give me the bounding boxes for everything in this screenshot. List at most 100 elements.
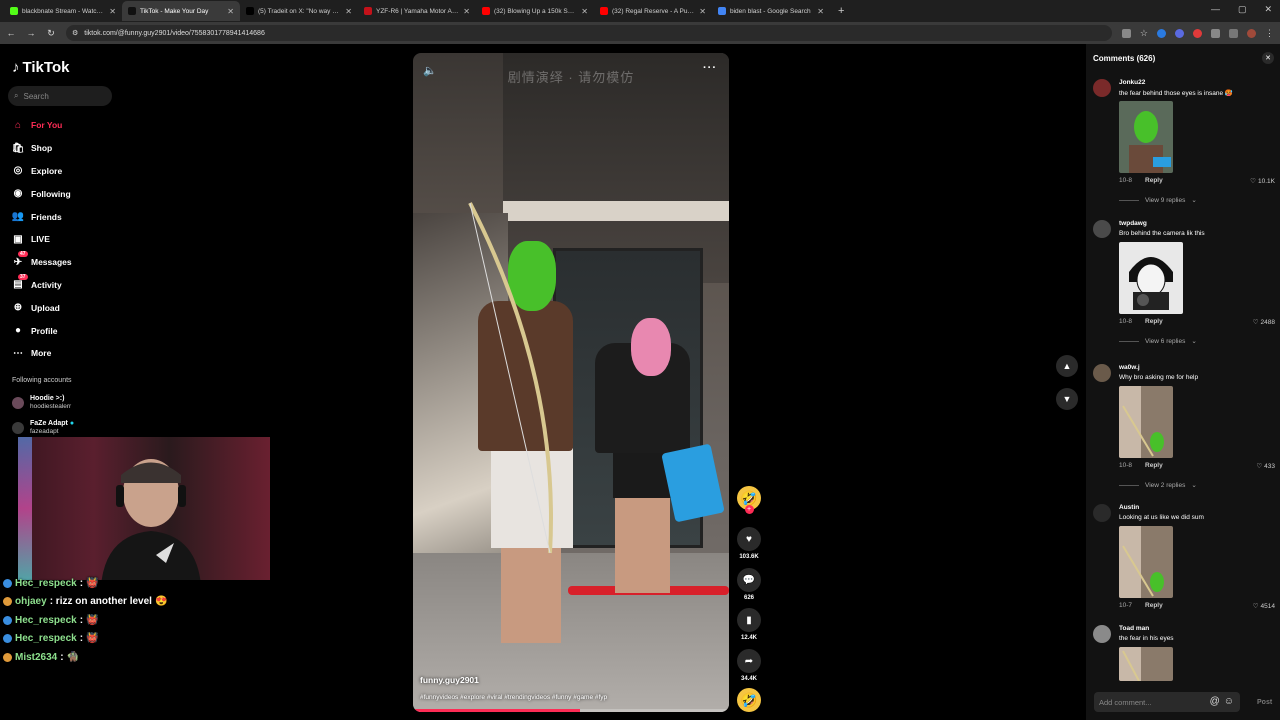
video-more-icon[interactable]: ··· bbox=[703, 62, 717, 74]
comment-like-button[interactable]: ♡ 2488 bbox=[1253, 318, 1275, 327]
post-comment-button[interactable]: Post bbox=[1257, 699, 1272, 706]
browser-tab[interactable]: biden blast - Google Search ✕ bbox=[712, 1, 830, 21]
reply-button[interactable]: Reply bbox=[1145, 177, 1163, 184]
tab-close-icon[interactable]: ✕ bbox=[581, 7, 588, 16]
comment-username[interactable]: Austin bbox=[1119, 504, 1139, 511]
sidebar-panel-icon[interactable] bbox=[1229, 28, 1238, 38]
heart-outline-icon: ♡ bbox=[1252, 603, 1259, 610]
sidebar-item-friends[interactable]: 👥 Friends bbox=[12, 205, 72, 228]
comment-image[interactable] bbox=[1119, 242, 1183, 314]
like-button[interactable]: ♥ 103.6K bbox=[734, 527, 764, 560]
add-comment-input[interactable]: Add comment... @ ☺ bbox=[1094, 692, 1240, 712]
avatar[interactable] bbox=[1093, 364, 1111, 382]
tab-close-icon[interactable]: ✕ bbox=[463, 7, 470, 16]
sidebar-item-messages[interactable]: ✈ 47 Messages bbox=[12, 250, 72, 274]
share-button[interactable]: ➦ 34.4K bbox=[734, 649, 764, 682]
comment-username[interactable]: Jonku22 bbox=[1119, 79, 1145, 86]
forward-icon[interactable]: → bbox=[26, 28, 36, 38]
profile-avatar-icon[interactable] bbox=[1247, 28, 1256, 38]
tab-close-icon[interactable]: ✕ bbox=[345, 7, 352, 16]
tab-close-icon[interactable]: ✕ bbox=[699, 7, 706, 16]
chat-username[interactable]: Mist2634 bbox=[15, 652, 57, 663]
volume-icon[interactable]: 🔈 bbox=[423, 64, 437, 77]
following-account[interactable]: FaZe Adapt ● fazeadapt bbox=[12, 420, 74, 436]
mention-icon[interactable]: @ bbox=[1210, 696, 1220, 707]
extensions-puzzle-icon[interactable] bbox=[1211, 28, 1220, 38]
emoji-icon[interactable]: ☺ bbox=[1224, 696, 1234, 707]
install-icon[interactable] bbox=[1121, 28, 1131, 38]
maximize-icon[interactable]: ▢ bbox=[1238, 4, 1247, 15]
follow-plus-icon[interactable]: + bbox=[744, 505, 754, 514]
comment-image[interactable] bbox=[1119, 386, 1173, 458]
tiktok-logo[interactable]: ♪ TikTok bbox=[12, 59, 69, 76]
search-input[interactable]: ⌕ Search bbox=[8, 86, 112, 106]
chat-username[interactable]: Hec_respeck bbox=[15, 578, 77, 589]
browser-tab[interactable]: (5) Tradeit on X: "No way he un ✕ bbox=[240, 1, 358, 21]
extension-globe-icon[interactable] bbox=[1175, 28, 1184, 38]
chat-username[interactable]: Hec_respeck bbox=[15, 615, 77, 626]
sidebar-item-more[interactable]: ⋯ More bbox=[12, 342, 72, 365]
comment-icon: 💬 bbox=[737, 568, 761, 592]
extension-red-icon[interactable] bbox=[1193, 28, 1202, 38]
bookmark-star-icon[interactable]: ☆ bbox=[1140, 28, 1148, 39]
browser-tab[interactable]: TikTok - Make Your Day ✕ bbox=[122, 1, 240, 21]
view-replies-button[interactable]: View 6 replies ⌄ bbox=[1119, 337, 1197, 345]
comment-like-button[interactable]: ♡ 4514 bbox=[1252, 602, 1275, 611]
avatar[interactable] bbox=[1093, 504, 1111, 522]
next-video-button[interactable]: ▼ bbox=[1056, 388, 1078, 410]
reply-button[interactable]: Reply bbox=[1145, 318, 1163, 325]
sidebar-item-explore[interactable]: ◎ Explore bbox=[12, 160, 72, 183]
back-icon[interactable]: ← bbox=[6, 28, 16, 38]
avatar[interactable] bbox=[1093, 220, 1111, 238]
video-player[interactable]: 剧情演绎 · 请勿模仿 🔈 ··· funny.guy2901 #funnyvi… bbox=[413, 53, 729, 712]
comment-like-button[interactable]: ♡ 10.1K bbox=[1250, 177, 1275, 186]
sidebar-item-live[interactable]: ▣ LIVE bbox=[12, 228, 72, 251]
video-username[interactable]: funny.guy2901 bbox=[420, 675, 479, 685]
menu-kebab-icon[interactable]: ⋮ bbox=[1265, 28, 1274, 39]
sidebar-item-activity[interactable]: ▤ 37 Activity bbox=[12, 273, 72, 297]
sidebar-item-shop[interactable]: 🛍 Shop bbox=[12, 137, 72, 160]
browser-tab[interactable]: blackbnate Stream - Watch Live ✕ bbox=[4, 1, 122, 21]
save-button[interactable]: ▮ 12.4K bbox=[734, 608, 764, 641]
comment-username[interactable]: twpdawg bbox=[1119, 220, 1147, 227]
avatar[interactable] bbox=[1093, 79, 1111, 97]
sidebar-item-upload[interactable]: ⊕ Upload bbox=[12, 296, 72, 319]
comment-image[interactable] bbox=[1119, 647, 1173, 681]
browser-tab[interactable]: YZF-R6 | Yamaha Motor Australia✕ bbox=[358, 1, 476, 21]
video-hashtags[interactable]: #funnyvideos #explore #viral #trendingvi… bbox=[420, 694, 607, 701]
minimize-icon[interactable]: — bbox=[1211, 4, 1220, 15]
chat-username[interactable]: ohjaey bbox=[15, 596, 47, 607]
creator-avatar-button[interactable]: 🤣 + bbox=[734, 486, 764, 514]
site-info-icon[interactable]: ⚙ bbox=[72, 29, 78, 37]
chat-username[interactable]: Hec_respeck bbox=[15, 633, 77, 644]
view-replies-button[interactable]: View 9 replies ⌄ bbox=[1119, 196, 1197, 204]
close-window-icon[interactable]: ✕ bbox=[1264, 4, 1272, 15]
comment-like-button[interactable]: ♡ 433 bbox=[1256, 462, 1275, 471]
reply-button[interactable]: Reply bbox=[1145, 602, 1163, 609]
avatar[interactable] bbox=[1093, 625, 1111, 643]
comment-username[interactable]: Toad man bbox=[1119, 625, 1149, 632]
extension-blue-icon[interactable] bbox=[1157, 28, 1166, 38]
reload-icon[interactable]: ↻ bbox=[46, 28, 56, 39]
url-field[interactable]: ⚙ tiktok.com/@funny.guy2901/video/755830… bbox=[66, 25, 1112, 41]
sidebar-item-following[interactable]: ◉ Following bbox=[12, 182, 72, 205]
browser-tab[interactable]: (32) Regal Reserve - A Putrid Sh✕ bbox=[594, 1, 712, 21]
close-comments-button[interactable]: ✕ bbox=[1262, 52, 1274, 64]
tab-close-icon[interactable]: ✕ bbox=[109, 7, 116, 16]
sound-disc-button[interactable]: 🤣 bbox=[734, 688, 764, 712]
comment-image[interactable] bbox=[1119, 526, 1173, 598]
sidebar-item-profile[interactable]: ● Profile bbox=[12, 319, 72, 342]
tab-close-icon[interactable]: ✕ bbox=[227, 7, 234, 16]
comment-image[interactable] bbox=[1119, 101, 1173, 173]
tab-close-icon[interactable]: ✕ bbox=[817, 7, 824, 16]
previous-video-button[interactable]: ▲ bbox=[1056, 355, 1078, 377]
view-replies-button[interactable]: View 2 replies ⌄ bbox=[1119, 481, 1197, 489]
video-progress-bar[interactable] bbox=[413, 709, 729, 712]
sidebar-item-for-you[interactable]: ⌂ For You bbox=[12, 114, 72, 137]
comment-button[interactable]: 💬 626 bbox=[734, 568, 764, 601]
comment-username[interactable]: wa0w.j bbox=[1119, 364, 1140, 371]
reply-button[interactable]: Reply bbox=[1145, 462, 1163, 469]
following-account[interactable]: Hoodie >:) hoodiestealerr bbox=[12, 395, 71, 411]
browser-tab[interactable]: (32) Blowing Up a 150k SCAM ✕ bbox=[476, 1, 594, 21]
new-tab-button[interactable]: + bbox=[838, 5, 844, 17]
